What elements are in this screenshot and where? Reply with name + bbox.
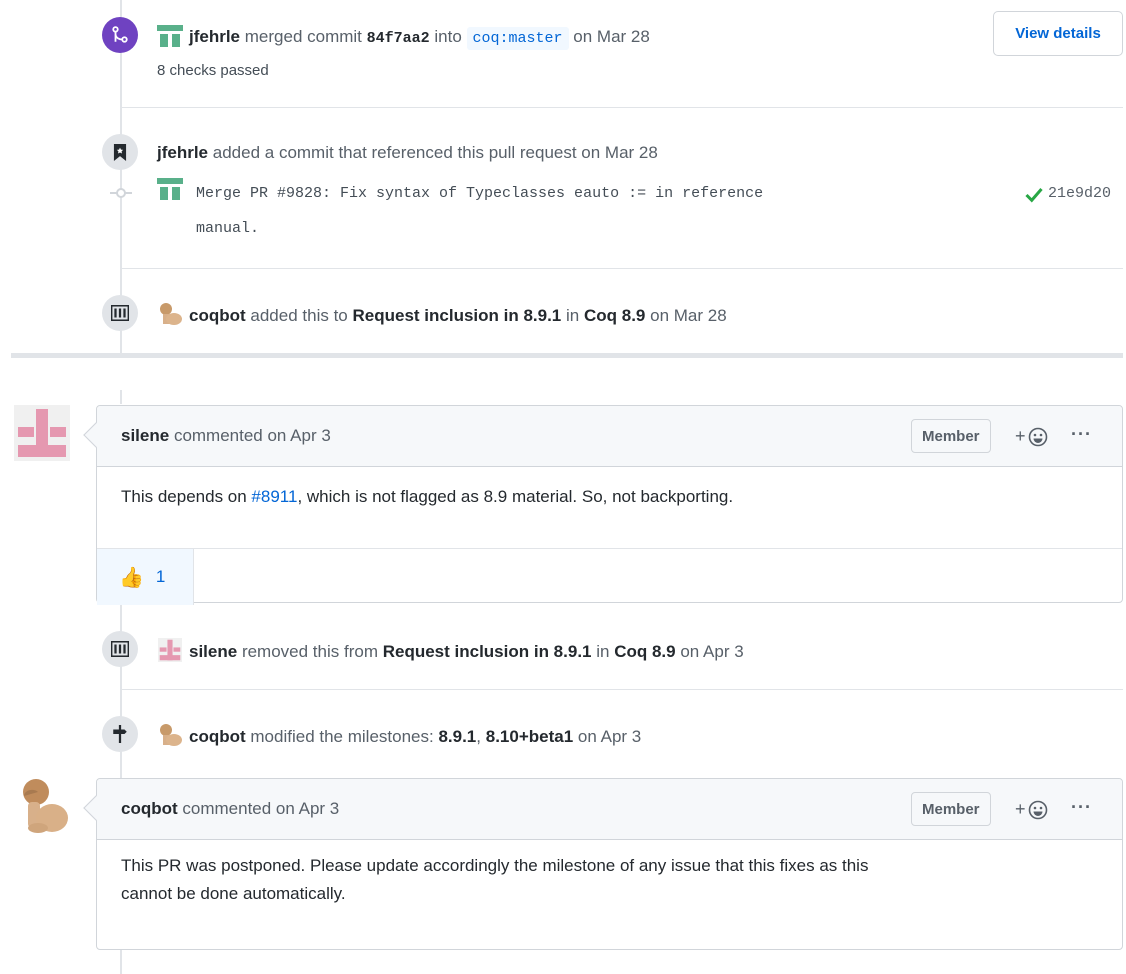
comment-body: This depends on #8911, which is not flag… [97, 467, 1122, 548]
event-user[interactable]: jfehrle [157, 143, 208, 162]
ref-event-text: jfehrle added a commit that referenced t… [157, 143, 658, 163]
commit-message-line[interactable]: manual. [196, 220, 259, 237]
project-column[interactable]: Request inclusion in 8.9.1 [383, 642, 592, 661]
project-name[interactable]: Coq 8.9 [614, 642, 675, 661]
avatar[interactable] [14, 405, 70, 461]
comment-header: silene commented on Apr 3 Member + ··· [97, 406, 1122, 467]
event-user[interactable]: silene [189, 642, 237, 661]
add-reaction-button[interactable]: + [1015, 426, 1048, 447]
event-action: removed this from [241, 642, 378, 661]
thumbs-up-icon: 👍 [119, 566, 144, 589]
milestone-event-text: coqbot modified the milestones: 8.9.1, 8… [157, 723, 641, 747]
event-user[interactable]: coqbot [189, 727, 246, 746]
reactions-bar: 👍 1 [97, 548, 1122, 605]
milestone-badge [102, 716, 138, 752]
project-name[interactable]: Coq 8.9 [584, 306, 645, 325]
event-date[interactable]: on Apr 3 [680, 642, 743, 661]
merge-badge [102, 17, 138, 53]
divider [120, 107, 1123, 108]
comment-timestamp[interactable]: commented on Apr 3 [174, 426, 331, 445]
milestone-link[interactable]: 8.9.1 [438, 727, 476, 746]
timeline-separator [11, 353, 1123, 358]
event-user[interactable]: jfehrle [189, 27, 240, 46]
merge-event-text: jfehrle merged commit 84f7aa2 into coq:m… [157, 25, 650, 50]
project-icon [111, 641, 129, 657]
project-icon [111, 305, 129, 321]
avatar[interactable] [157, 302, 183, 326]
comment-timestamp[interactable]: commented on Apr 3 [182, 799, 339, 818]
event-date[interactable]: on Mar 28 [573, 27, 650, 46]
commit-message-line[interactable]: Merge PR #9828: Fix syntax of Typeclasse… [196, 185, 763, 202]
event-action: added a commit that referenced this pull… [212, 143, 658, 162]
comment-text: This depends on [121, 487, 252, 506]
comment-text: cannot be done automatically. [121, 884, 346, 903]
git-merge-icon [112, 26, 128, 43]
divider [120, 689, 1123, 690]
event-in: in [566, 306, 580, 325]
avatar[interactable] [14, 778, 70, 834]
avatar[interactable] [157, 178, 183, 200]
project-badge [102, 295, 138, 331]
checks-status[interactable]: 8 checks passed [157, 62, 269, 79]
issue-link[interactable]: #8911 [251, 487, 297, 506]
timeline-line [120, 390, 122, 404]
commit-sha[interactable]: 21e9d20 [1048, 185, 1111, 202]
event-action: merged commit [244, 27, 362, 46]
comment-author[interactable]: coqbot [121, 799, 178, 818]
avatar[interactable] [157, 25, 183, 49]
add-reaction-button[interactable]: + [1015, 799, 1048, 820]
branch-ref[interactable]: coq:master [466, 27, 569, 50]
project-add-event-text: coqbot added this to Request inclusion i… [157, 302, 727, 326]
milestone-link[interactable]: 8.10+beta1 [486, 727, 573, 746]
comment-author-line: coqbot commented on Apr 3 [121, 799, 339, 819]
event-action: modified the milestones: [250, 727, 434, 746]
project-remove-event-text: silene removed this from Request inclusi… [157, 638, 744, 662]
separator-text: , [476, 727, 481, 746]
comment-text: This PR was postponed. Please update acc… [121, 856, 869, 875]
reaction-count: 1 [155, 567, 166, 586]
comment-author-line: silene commented on Apr 3 [121, 426, 331, 446]
smiley-icon [1028, 800, 1047, 819]
event-into: into [434, 27, 462, 46]
comment-text: , which is not flagged as 8.9 material. … [297, 487, 734, 506]
comment-box: silene commented on Apr 3 Member + ··· T… [83, 405, 1123, 605]
bookmark-badge [102, 134, 138, 170]
comment-header: coqbot commented on Apr 3 Member + ··· [97, 779, 1122, 840]
avatar[interactable] [157, 638, 183, 662]
member-badge: Member [911, 419, 991, 453]
project-badge [102, 631, 138, 667]
plus-icon: + [1015, 426, 1026, 446]
avatar[interactable] [157, 723, 183, 747]
divider [120, 268, 1123, 269]
event-action: added this to [250, 306, 348, 325]
member-badge: Member [911, 792, 991, 826]
project-column[interactable]: Request inclusion in 8.9.1 [352, 306, 561, 325]
commit-dot-icon [110, 188, 132, 198]
event-date[interactable]: on Apr 3 [578, 727, 641, 746]
milestone-icon [113, 725, 127, 743]
event-date[interactable]: on Mar 28 [650, 306, 727, 325]
bookmark-icon [113, 143, 127, 161]
event-user[interactable]: coqbot [189, 306, 246, 325]
smiley-icon [1028, 427, 1047, 446]
comment-body: This PR was postponed. Please update acc… [97, 840, 1122, 908]
check-icon[interactable] [1025, 187, 1043, 203]
reaction-thumbs-up[interactable]: 👍 1 [97, 549, 194, 605]
comment-box: coqbot commented on Apr 3 Member + ··· T… [83, 778, 1123, 950]
event-in: in [596, 642, 610, 661]
plus-icon: + [1015, 799, 1026, 819]
timeline-line [120, 950, 122, 974]
view-details-button[interactable]: View details [993, 11, 1123, 56]
commit-sha[interactable]: 84f7aa2 [367, 30, 430, 47]
comment-author[interactable]: silene [121, 426, 169, 445]
kebab-horizontal-icon[interactable]: ··· [1071, 797, 1092, 818]
kebab-horizontal-icon[interactable]: ··· [1071, 424, 1092, 445]
